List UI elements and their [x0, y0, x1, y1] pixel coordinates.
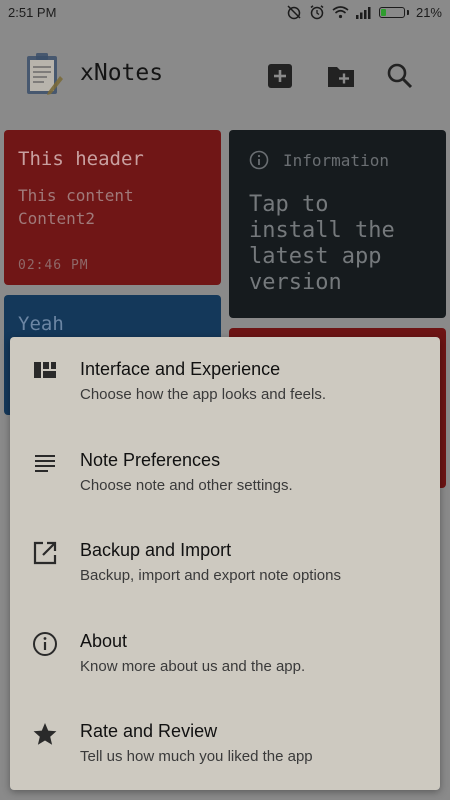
note-timestamp: 02:46 PM	[18, 258, 89, 273]
alarm-icon	[309, 4, 325, 20]
note-card[interactable]: This header This content Content2 02:46 …	[4, 130, 221, 285]
menu-item-about[interactable]: About Know more about us and the app.	[10, 609, 440, 700]
search-button[interactable]	[386, 62, 414, 90]
status-time: 2:51 PM	[8, 4, 57, 20]
settings-menu: Interface and Experience Choose how the …	[10, 337, 440, 790]
info-icon	[249, 150, 269, 170]
info-label: Information	[283, 150, 389, 170]
info-header: Information	[249, 150, 426, 170]
menu-item-title: About	[80, 630, 128, 651]
menu-item-title: Interface and Experience	[80, 359, 281, 379]
note-title: Yeah	[18, 313, 64, 335]
menu-item-rate[interactable]: Rate and Review Tell us how much you lik…	[10, 699, 440, 790]
menu-item-title: Rate and Review	[80, 721, 218, 742]
alarm-off-icon	[286, 4, 302, 20]
update-info-card[interactable]: Information Tap to install the latest ap…	[229, 130, 446, 318]
add-box-icon	[268, 64, 292, 88]
open-external-icon	[33, 542, 57, 565]
menu-item-note-preferences[interactable]: Note Preferences Choose note and other s…	[10, 428, 440, 519]
menu-item-subtitle: Backup, import and export note options	[80, 567, 341, 585]
note-line: Content2	[18, 209, 96, 228]
menu-item-subtitle: Know more about us and the app.	[80, 657, 306, 675]
menu-item-backup[interactable]: Backup and Import Backup, import and exp…	[10, 518, 440, 609]
info-body: Tap to install the latest app version	[249, 192, 395, 295]
app-title: xNotes	[80, 60, 164, 86]
wifi-icon	[332, 5, 349, 19]
menu-item-subtitle: Tell us how much you liked the app	[80, 748, 313, 766]
battery-fill	[380, 8, 386, 16]
menu-item-subtitle: Choose note and other settings.	[80, 476, 293, 494]
create-folder-icon	[328, 67, 354, 87]
note-title: This header	[18, 148, 144, 170]
info-icon	[33, 631, 57, 656]
signal-icon	[355, 6, 372, 19]
status-bar: 2:51 PM 21%	[0, 0, 450, 24]
add-note-button[interactable]	[266, 62, 294, 90]
status-icons: 21%	[286, 4, 442, 20]
battery-percent: 21%	[415, 4, 442, 20]
menu-item-subtitle: Choose how the app looks and feels.	[80, 386, 326, 403]
battery-indicator	[378, 6, 409, 18]
note-line: This content	[18, 186, 134, 205]
menu-item-title: Backup and Import	[80, 540, 232, 561]
clipboard-logo-icon	[24, 52, 64, 98]
search-icon	[387, 63, 413, 89]
menu-item-interface[interactable]: Interface and Experience Choose how the …	[10, 337, 440, 428]
app-bar: xNotes	[0, 24, 450, 126]
note-body: This content Content2	[18, 184, 207, 230]
menu-item-title: Note Preferences	[80, 449, 221, 470]
dashboard-icon	[34, 362, 56, 378]
star-icon	[33, 723, 57, 746]
add-folder-button[interactable]	[326, 62, 354, 90]
notes-icon	[35, 454, 55, 472]
